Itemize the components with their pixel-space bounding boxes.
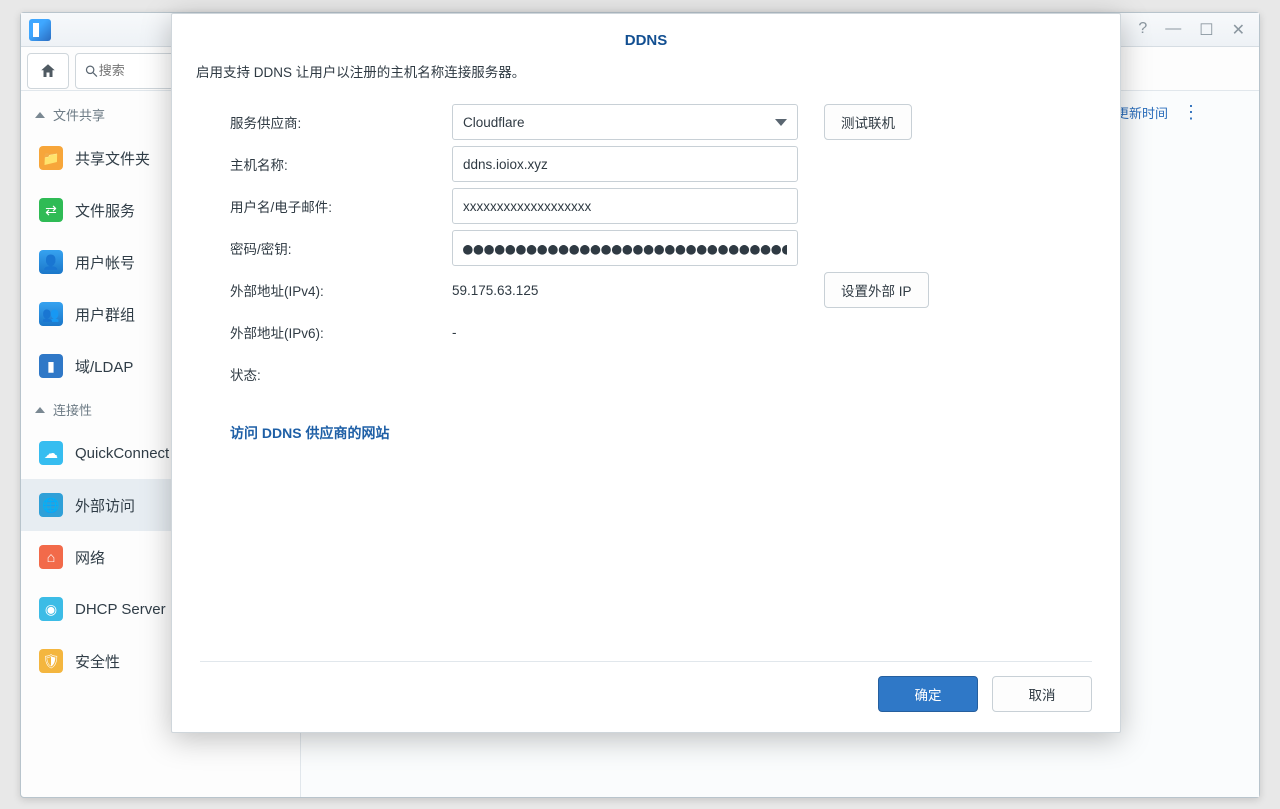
sidebar-item-label: 用户群组 — [75, 304, 135, 325]
sidebar-item-label: 共享文件夹 — [75, 148, 150, 169]
provider-website-link[interactable]: 访问 DDNS 供应商的网站 — [230, 395, 389, 443]
ddns-dialog: DDNS 启用支持 DDNS 让用户以注册的主机名称连接服务器。 服务供应商: … — [171, 13, 1121, 733]
dialog-title: DDNS — [172, 14, 1120, 61]
ok-button[interactable]: 确定 — [878, 676, 978, 712]
sidebar-item-label: 安全性 — [75, 651, 120, 672]
label-username: 用户名/电子邮件: — [230, 196, 452, 216]
dialog-description: 启用支持 DDNS 让用户以注册的主机名称连接服务器。 — [172, 61, 1120, 95]
provider-select[interactable]: Cloudflare — [452, 104, 798, 140]
chevron-down-icon — [775, 119, 787, 126]
test-connection-button[interactable]: 测试联机 — [824, 104, 912, 140]
section-label: 文件共享 — [53, 105, 105, 124]
label-password: 密码/密钥: — [230, 238, 452, 258]
users-icon: 👥 — [39, 302, 63, 326]
sidebar-item-label: 域/LDAP — [75, 356, 133, 377]
chevron-up-icon — [35, 112, 45, 118]
arrows-icon: ⇄ — [39, 198, 63, 222]
home-button[interactable] — [27, 53, 69, 89]
sidebar-item-label: DHCP Server — [75, 601, 166, 618]
sidebar-item-label: 网络 — [75, 547, 105, 568]
dialog-separator — [200, 661, 1092, 662]
sidebar-item-label: QuickConnect — [75, 445, 169, 462]
chevron-up-icon — [35, 407, 45, 413]
label-status: 状态: — [230, 364, 452, 384]
app-icon — [29, 19, 51, 41]
home-icon — [39, 62, 57, 80]
book-icon: ▮ — [39, 354, 63, 378]
cancel-button[interactable]: 取消 — [992, 676, 1092, 712]
network-icon: ⌂ — [39, 545, 63, 569]
set-external-ip-button[interactable]: 设置外部 IP — [824, 272, 929, 308]
ipv6-value: - — [452, 325, 457, 340]
folder-icon: 📁 — [39, 146, 63, 170]
sidebar-item-label: 文件服务 — [75, 200, 135, 221]
password-input[interactable] — [452, 230, 798, 266]
user-icon: 👤 — [39, 250, 63, 274]
shield-icon: 🛡 — [39, 649, 63, 673]
ipv4-value: 59.175.63.125 — [452, 283, 798, 298]
label-ipv6: 外部地址(IPv6): — [230, 322, 452, 342]
sidebar-item-label: 用户帐号 — [75, 252, 135, 273]
section-label: 连接性 — [53, 400, 92, 419]
control-panel-window: 控制面板 ? — ☐ ✕ 文件共享 📁共享文件夹 ⇄文件服务 👤用户帐号 — [20, 12, 1260, 798]
sidebar-item-label: 外部访问 — [75, 495, 135, 516]
username-input[interactable] — [452, 188, 798, 224]
search-icon — [84, 63, 99, 79]
label-hostname: 主机名称: — [230, 154, 452, 174]
label-ipv4: 外部地址(IPv4): — [230, 280, 452, 300]
globe-icon: 🌐 — [39, 493, 63, 517]
dhcp-icon: ◉ — [39, 597, 63, 621]
hostname-input[interactable] — [452, 146, 798, 182]
label-provider: 服务供应商: — [230, 112, 452, 132]
provider-value: Cloudflare — [463, 115, 525, 130]
cloud-icon: ☁ — [39, 441, 63, 465]
